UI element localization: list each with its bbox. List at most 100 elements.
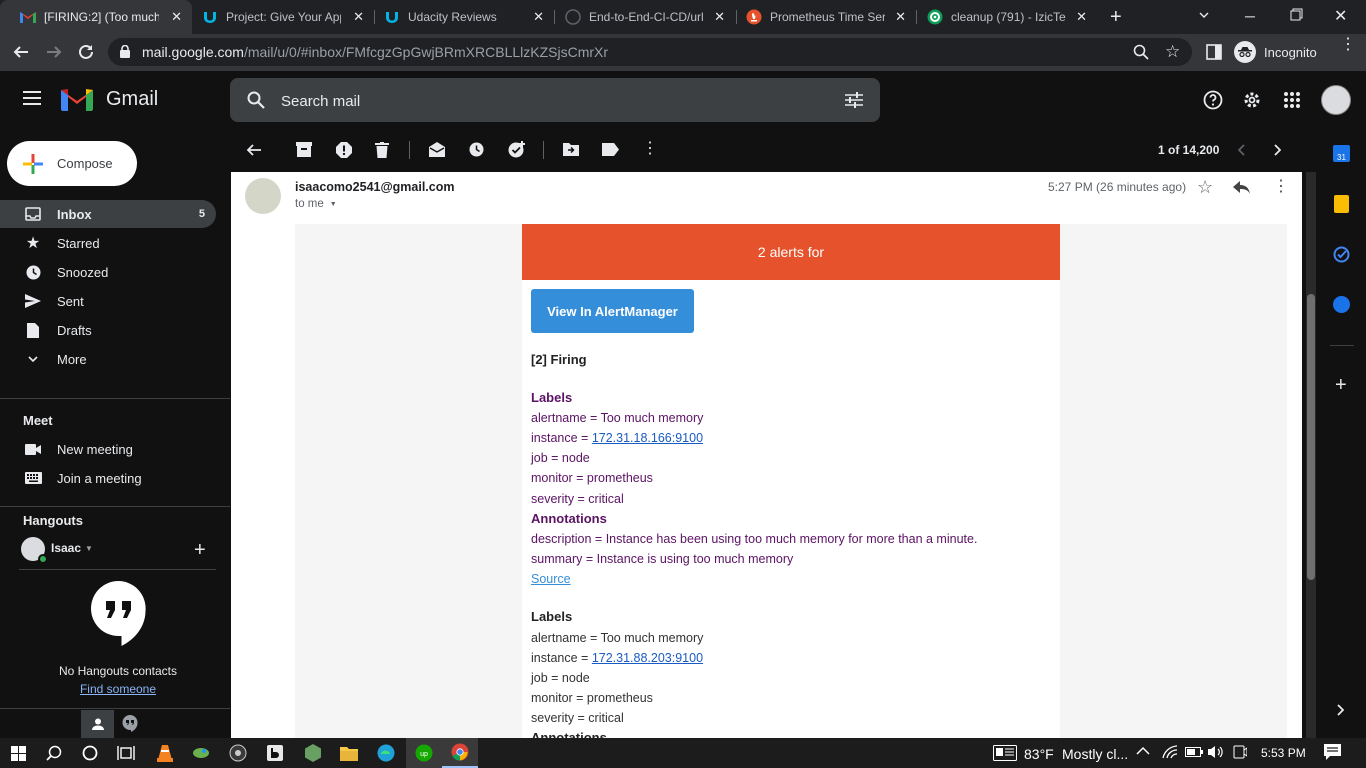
tab-circleci[interactable]: cleanup (791) - IzicTe ✕ bbox=[907, 0, 1097, 34]
close-tab-icon[interactable]: ✕ bbox=[895, 9, 906, 25]
report-spam-icon[interactable] bbox=[336, 142, 352, 158]
account-avatar[interactable] bbox=[1321, 85, 1351, 115]
sender-address[interactable]: isaacomo2541@gmail.com bbox=[295, 180, 455, 194]
tray-overflow-icon[interactable] bbox=[1136, 746, 1150, 756]
label-icon[interactable] bbox=[602, 143, 619, 156]
nav-inbox[interactable]: Inbox 5 bbox=[0, 200, 216, 228]
temperature-text[interactable]: 83°F bbox=[1024, 746, 1054, 762]
window-close-icon[interactable]: ✕ bbox=[1334, 6, 1347, 26]
battery-icon[interactable] bbox=[1185, 746, 1203, 758]
settings-gear-icon[interactable] bbox=[1242, 90, 1262, 110]
calendar-icon[interactable]: 31 bbox=[1333, 145, 1350, 162]
search-icon[interactable] bbox=[247, 91, 265, 109]
chrome-icon[interactable] bbox=[442, 738, 478, 768]
task-view-icon[interactable] bbox=[108, 738, 144, 768]
meet-now-icon[interactable] bbox=[1233, 745, 1247, 759]
taskbar-search-icon[interactable] bbox=[36, 738, 72, 768]
tasks-icon[interactable] bbox=[1333, 246, 1350, 263]
edge-icon[interactable] bbox=[368, 738, 404, 768]
search-input[interactable]: Search mail bbox=[281, 93, 360, 110]
delete-icon[interactable] bbox=[375, 142, 389, 158]
close-tab-icon[interactable]: ✕ bbox=[353, 9, 364, 25]
add-contact-icon[interactable]: + bbox=[194, 539, 206, 562]
instance-link[interactable]: 172.31.88.203:9100 bbox=[592, 651, 703, 665]
weather-text[interactable]: Mostly cl... bbox=[1062, 746, 1128, 762]
zoom-search-icon[interactable] bbox=[1133, 44, 1149, 60]
tab-project[interactable]: Project: Give Your App ✕ bbox=[182, 0, 374, 34]
reply-icon[interactable] bbox=[1233, 181, 1250, 194]
nav-sent[interactable]: Sent bbox=[0, 287, 216, 315]
find-someone-link[interactable]: Find someone bbox=[0, 682, 236, 696]
node-icon[interactable] bbox=[295, 738, 331, 768]
message-more-icon[interactable]: ⋮ bbox=[1273, 179, 1289, 195]
url-text[interactable]: mail.google.com/mail/u/0/#inbox/FMfcgzGp… bbox=[142, 44, 608, 60]
add-to-tasks-icon[interactable] bbox=[508, 141, 526, 158]
reload-icon[interactable] bbox=[77, 43, 95, 61]
show-side-panel-icon[interactable] bbox=[1336, 704, 1344, 716]
keep-icon[interactable] bbox=[1334, 195, 1349, 213]
wifi-icon[interactable] bbox=[1162, 745, 1178, 759]
get-addons-icon[interactable]: + bbox=[1335, 374, 1347, 397]
photos-icon[interactable] bbox=[183, 738, 219, 768]
nav-more[interactable]: More bbox=[0, 345, 216, 373]
obs-icon[interactable] bbox=[220, 738, 256, 768]
instance-link[interactable]: 172.31.18.166:9100 bbox=[592, 431, 703, 445]
minimize-icon[interactable]: ─ bbox=[1245, 8, 1255, 24]
tab-prometheus[interactable]: Prometheus Time Seri ✕ bbox=[726, 0, 916, 34]
forward-icon[interactable] bbox=[45, 43, 63, 61]
restore-icon[interactable] bbox=[1290, 8, 1303, 21]
tab-udacity-reviews[interactable]: Udacity Reviews ✕ bbox=[364, 0, 554, 34]
close-tab-icon[interactable]: ✕ bbox=[1076, 9, 1087, 25]
clock-text[interactable]: 5:53 PM bbox=[1261, 746, 1306, 760]
new-tab-icon[interactable]: + bbox=[1110, 6, 1122, 29]
more-actions-icon[interactable]: ⋮ bbox=[642, 141, 658, 157]
cortana-icon[interactable] bbox=[72, 738, 108, 768]
main-menu-icon[interactable] bbox=[23, 91, 41, 105]
contacts-icon[interactable] bbox=[1333, 296, 1350, 313]
volume-icon[interactable] bbox=[1208, 745, 1224, 759]
contacts-tab[interactable] bbox=[81, 710, 114, 738]
archive-icon[interactable] bbox=[296, 142, 312, 157]
nav-drafts[interactable]: Drafts bbox=[0, 316, 216, 344]
tab-github[interactable]: End-to-End-CI-CD/url ✕ bbox=[545, 0, 735, 34]
nav-snoozed[interactable]: Snoozed bbox=[0, 258, 216, 286]
new-meeting-item[interactable]: New meeting bbox=[0, 435, 216, 463]
snooze-icon[interactable] bbox=[469, 142, 484, 157]
star-message-icon[interactable]: ☆ bbox=[1197, 177, 1213, 198]
older-chevron-icon[interactable] bbox=[1273, 144, 1281, 156]
tab-search-icon[interactable] bbox=[1197, 8, 1211, 22]
mark-unread-icon[interactable] bbox=[429, 142, 445, 157]
newer-chevron-icon[interactable] bbox=[1238, 144, 1246, 156]
source-link[interactable]: Source bbox=[531, 572, 571, 586]
gmail-logo[interactable]: Gmail bbox=[61, 87, 158, 111]
browser-menu-icon[interactable]: ⋮ bbox=[1340, 37, 1356, 53]
sender-avatar[interactable] bbox=[245, 178, 281, 214]
incognito-badge[interactable]: Incognito bbox=[1234, 41, 1328, 63]
file-explorer-icon[interactable] bbox=[331, 738, 367, 768]
tab-gmail[interactable]: [FIRING:2] (Too much ✕ bbox=[0, 0, 192, 34]
side-panel-icon[interactable] bbox=[1206, 44, 1222, 60]
close-tab-icon[interactable]: ✕ bbox=[171, 9, 182, 25]
scrollbar-thumb[interactable] bbox=[1307, 294, 1315, 580]
windows-start-icon[interactable] bbox=[0, 738, 36, 768]
news-weather-icon[interactable] bbox=[993, 745, 1017, 761]
recipient-line[interactable]: to me ▼ bbox=[295, 198, 337, 210]
bookmark-star-icon[interactable]: ☆ bbox=[1165, 42, 1180, 62]
conversations-tab-icon[interactable] bbox=[122, 715, 138, 732]
move-to-icon[interactable] bbox=[563, 142, 579, 156]
nav-starred[interactable]: ★ Starred bbox=[0, 229, 216, 257]
view-alertmanager-button[interactable]: View In AlertManager bbox=[531, 289, 694, 333]
help-icon[interactable] bbox=[1203, 90, 1223, 110]
notifications-icon[interactable] bbox=[1324, 744, 1341, 760]
lock-icon[interactable] bbox=[120, 45, 130, 58]
join-meeting-item[interactable]: Join a meeting bbox=[0, 464, 216, 492]
apps-grid-icon[interactable] bbox=[1284, 92, 1300, 108]
back-to-inbox-icon[interactable] bbox=[246, 142, 262, 158]
vlc-icon[interactable] bbox=[147, 738, 183, 768]
back-icon[interactable] bbox=[12, 43, 30, 61]
close-tab-icon[interactable]: ✕ bbox=[533, 9, 544, 25]
upwork-icon[interactable]: up bbox=[406, 738, 442, 768]
close-tab-icon[interactable]: ✕ bbox=[714, 9, 725, 25]
hangouts-user[interactable]: Isaac ▼ bbox=[51, 541, 93, 555]
search-options-icon[interactable] bbox=[845, 92, 863, 108]
